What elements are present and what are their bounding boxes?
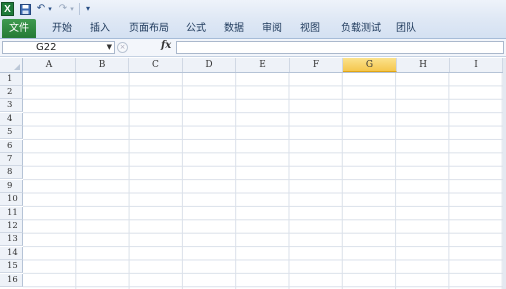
redo-dropdown-icon[interactable]: ▾	[69, 2, 75, 16]
customize-qat-icon[interactable]: ▾	[84, 2, 92, 16]
formula-bar: G22 ▼ × fx	[0, 39, 506, 57]
tab-view[interactable]: 视图	[295, 19, 325, 38]
insert-function-icon[interactable]: fx	[161, 40, 171, 51]
name-box-dropdown-icon[interactable]: ▼	[107, 42, 112, 53]
cell-grid[interactable]	[23, 73, 503, 289]
redo-icon[interactable]: ↷	[58, 2, 68, 16]
row-header-7[interactable]: 7	[0, 153, 23, 166]
formula-input[interactable]	[176, 41, 504, 54]
row-header-12[interactable]: 12	[0, 220, 23, 233]
row-header-5[interactable]: 5	[0, 126, 23, 139]
column-headers: A B C D E F G H I	[0, 58, 506, 73]
row-header-14[interactable]: 14	[0, 247, 23, 260]
undo-dropdown-icon[interactable]: ▾	[47, 2, 53, 16]
column-header-a[interactable]: A	[23, 58, 76, 72]
undo-icon[interactable]: ↶	[36, 2, 46, 16]
row-header-8[interactable]: 8	[0, 166, 23, 179]
select-all-corner[interactable]	[0, 58, 23, 72]
column-header-b[interactable]: B	[76, 58, 129, 72]
name-box-value: G22	[36, 42, 57, 53]
row-header-16[interactable]: 16	[0, 274, 23, 287]
ribbon-tabs: 文件 开始 插入 页面布局 公式 数据 审阅 视图 负载测试 团队	[0, 19, 506, 39]
column-header-f[interactable]: F	[290, 58, 343, 72]
row-header-6[interactable]: 6	[0, 140, 23, 153]
save-icon[interactable]	[19, 2, 31, 16]
row-header-13[interactable]: 13	[0, 233, 23, 246]
row-header-4[interactable]: 4	[0, 113, 23, 126]
row-header-10[interactable]: 10	[0, 193, 23, 206]
row-header-3[interactable]: 3	[0, 99, 23, 112]
row-header-9[interactable]: 9	[0, 180, 23, 193]
cancel-formula-icon[interactable]: ×	[117, 42, 128, 53]
tab-page-layout[interactable]: 页面布局	[124, 19, 174, 38]
column-header-e[interactable]: E	[236, 58, 290, 72]
tab-formulas[interactable]: 公式	[181, 19, 211, 38]
tab-insert[interactable]: 插入	[85, 19, 115, 38]
column-header-g[interactable]: G	[343, 58, 397, 72]
row-header-15[interactable]: 15	[0, 260, 23, 273]
tab-file[interactable]: 文件	[2, 19, 36, 38]
excel-logo-icon: X	[1, 2, 14, 16]
tab-home[interactable]: 开始	[47, 19, 77, 38]
column-header-c[interactable]: C	[129, 58, 183, 72]
select-all-icon	[14, 64, 20, 70]
column-header-h[interactable]: H	[397, 58, 450, 72]
tab-team[interactable]: 团队	[391, 19, 421, 38]
tab-data[interactable]: 数据	[219, 19, 249, 38]
row-header-1[interactable]: 1	[0, 73, 23, 86]
row-header-11[interactable]: 11	[0, 207, 23, 220]
tab-review[interactable]: 审阅	[257, 19, 287, 38]
quick-access-toolbar: X ↶ ▾ ↷ ▾ ▾	[0, 0, 506, 19]
row-header-2[interactable]: 2	[0, 86, 23, 99]
column-header-i[interactable]: I	[450, 58, 503, 72]
tab-load-test[interactable]: 负载测试	[334, 19, 388, 38]
qat-separator	[79, 3, 80, 15]
column-header-d[interactable]: D	[183, 58, 236, 72]
name-box[interactable]: G22 ▼	[2, 41, 115, 54]
